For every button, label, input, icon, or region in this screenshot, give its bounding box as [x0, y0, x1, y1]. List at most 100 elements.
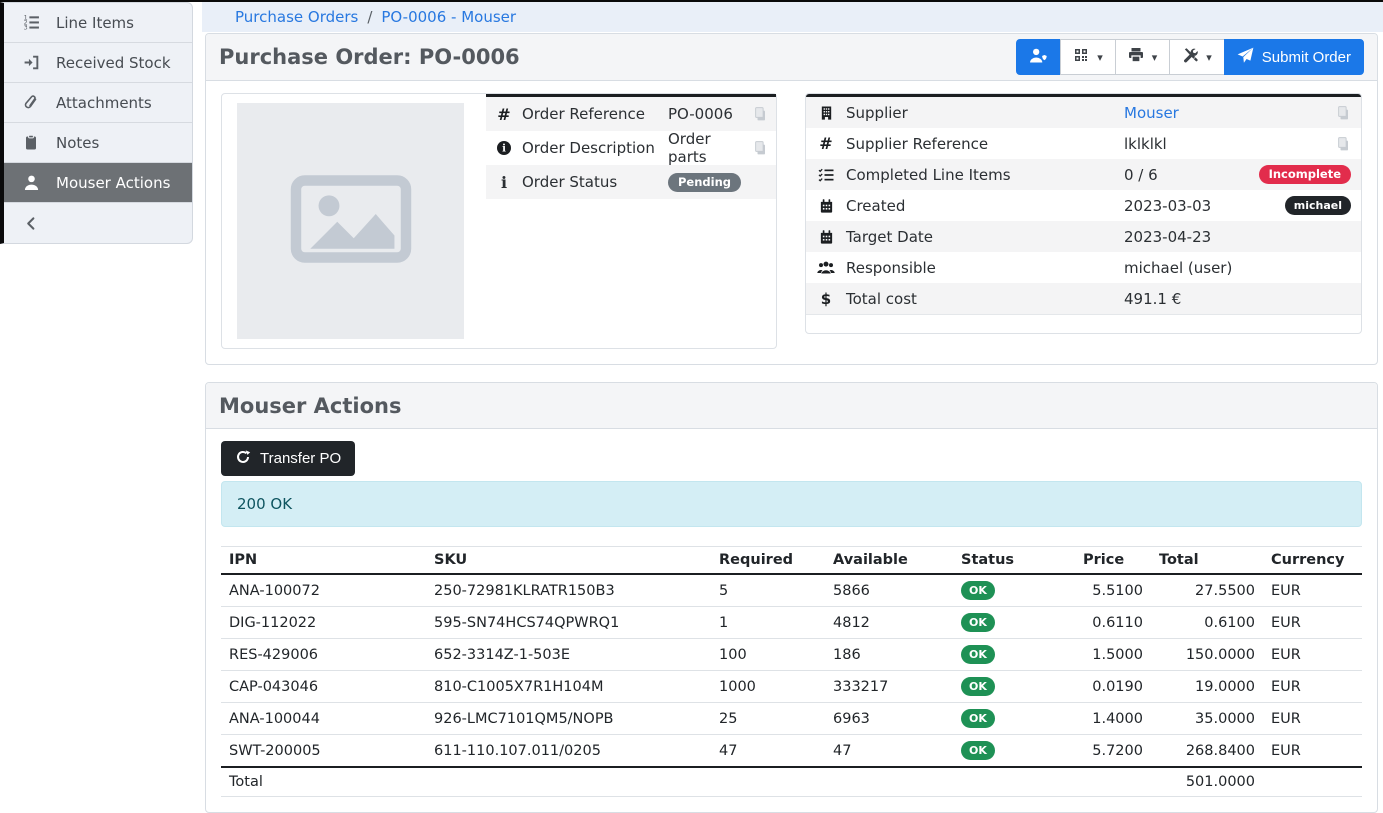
detail-value: michael (user) — [1124, 259, 1351, 277]
purchase-order-panel-header: Purchase Order: PO-0006 ▾ — [206, 34, 1377, 81]
info-icon: i — [486, 173, 522, 192]
cell-required: 5 — [711, 574, 825, 607]
detail-label: Order Description — [522, 139, 668, 157]
cell-required: 100 — [711, 639, 825, 671]
col-header-price: Price — [1075, 547, 1151, 575]
chevron-down-icon: ▾ — [1097, 51, 1103, 64]
status-badge: Pending — [668, 173, 741, 193]
print-dropdown-button[interactable]: ▾ — [1115, 39, 1171, 75]
supplier-details-card: Supplier Mouser # Supplier Reference lkl… — [805, 93, 1362, 334]
purchase-order-panel: Purchase Order: PO-0006 ▾ — [205, 33, 1378, 365]
cell-sku: 652-3314Z-1-503E — [426, 639, 711, 671]
cell-required: 25 — [711, 703, 825, 735]
table-row: SWT-200005 611-110.107.011/0205 47 47 OK… — [221, 735, 1362, 768]
cell-status: OK — [953, 639, 1075, 671]
copy-icon[interactable] — [744, 140, 776, 156]
purchase-order-panel-body: # Order Reference PO-0006 i Order Descr — [206, 81, 1377, 364]
sidebar-item-attachments[interactable]: Attachments — [4, 83, 192, 123]
supplier-link[interactable]: Mouser — [1124, 104, 1319, 122]
detail-value: 491.1 € — [1124, 290, 1351, 308]
cell-ipn: DIG-112022 — [221, 607, 426, 639]
order-image-placeholder — [237, 103, 464, 339]
cell-ipn: CAP-043046 — [221, 671, 426, 703]
target-date-row: Target Date 2023-04-23 — [806, 221, 1361, 252]
ok-badge: OK — [961, 677, 995, 696]
hash-icon: # — [486, 105, 522, 124]
submit-order-button[interactable]: Submit Order — [1224, 39, 1364, 75]
cell-sku: 595-SN74HCS74QPWRQ1 — [426, 607, 711, 639]
responsible-row: Responsible michael (user) — [806, 252, 1361, 283]
copy-icon[interactable] — [1319, 105, 1351, 121]
refresh-icon — [235, 449, 251, 469]
cell-price: 1.5000 — [1075, 639, 1151, 671]
mouser-actions-title: Mouser Actions — [219, 394, 402, 418]
svg-text:i: i — [502, 144, 506, 155]
supplier-reference-row: # Supplier Reference lklklkl — [806, 128, 1361, 159]
transfer-po-button[interactable]: Transfer PO — [221, 441, 355, 476]
cell-status: OK — [953, 574, 1075, 607]
order-status-value: Pending — [668, 172, 744, 193]
breadcrumb-purchase-orders[interactable]: Purchase Orders — [235, 8, 358, 26]
copy-icon[interactable] — [744, 106, 776, 122]
sidebar-item-received-stock[interactable]: Received Stock — [4, 43, 192, 83]
cell-available: 6963 — [825, 703, 953, 735]
col-header-status: Status — [953, 547, 1075, 575]
response-alert: 200 OK — [221, 481, 1362, 527]
chevron-down-icon: ▾ — [1206, 51, 1212, 64]
sidebar-item-notes[interactable]: Notes — [4, 123, 192, 163]
user-badge: michael — [1285, 196, 1351, 215]
image-placeholder-icon — [285, 153, 417, 289]
mouser-actions-panel-body: Transfer PO 200 OK IPN SKU Required Avai… — [206, 429, 1377, 812]
cell-required: 1 — [711, 607, 825, 639]
order-actions-dropdown-button[interactable]: ▾ — [1169, 39, 1225, 75]
cell-currency: EUR — [1263, 607, 1362, 639]
cell-sku: 250-72981KLRATR150B3 — [426, 574, 711, 607]
transfer-po-label: Transfer PO — [260, 450, 341, 467]
cell-available: 5866 — [825, 574, 953, 607]
cell-sku: 611-110.107.011/0205 — [426, 735, 711, 768]
cell-price: 5.7200 — [1075, 735, 1151, 768]
copy-icon[interactable] — [1319, 136, 1351, 152]
table-header-row: IPN SKU Required Available Status Price … — [221, 547, 1362, 575]
qrcode-icon — [1073, 47, 1089, 67]
detail-label: Total cost — [846, 290, 1124, 308]
col-header-total: Total — [1151, 547, 1263, 575]
user-icon — [18, 174, 44, 191]
cell-available: 4812 — [825, 607, 953, 639]
cell-price: 0.6110 — [1075, 607, 1151, 639]
sidebar-collapse-button[interactable] — [4, 203, 192, 243]
page-title: Purchase Order: PO-0006 — [219, 45, 520, 69]
detail-value: Order parts — [668, 130, 744, 166]
order-details-table: # Order Reference PO-0006 i Order Descr — [486, 94, 776, 199]
main-content: Purchase Orders / PO-0006 - Mouser Purch… — [202, 2, 1383, 813]
sidebar-item-mouser-actions[interactable]: Mouser Actions — [4, 163, 192, 203]
table-row: DIG-112022 595-SN74HCS74QPWRQ1 1 4812 OK… — [221, 607, 1362, 639]
breadcrumb-separator: / — [367, 8, 372, 26]
cell-currency: EUR — [1263, 703, 1362, 735]
table-row: ANA-100044 926-LMC7101QM5/NOPB 25 6963 O… — [221, 703, 1362, 735]
paper-plane-icon — [1237, 47, 1254, 68]
cell-required: 1000 — [711, 671, 825, 703]
printer-icon — [1128, 47, 1144, 67]
admin-button[interactable] — [1016, 39, 1061, 75]
cell-ipn: SWT-200005 — [221, 735, 426, 768]
users-icon — [806, 260, 846, 275]
order-status-row: i Order Status Pending — [486, 165, 776, 199]
svg-text:3: 3 — [23, 24, 27, 31]
mouser-actions-panel: Mouser Actions Transfer PO 200 OK IPN SK — [205, 382, 1378, 813]
sidebar-item-label: Line Items — [56, 14, 134, 32]
col-header-currency: Currency — [1263, 547, 1362, 575]
cell-price: 0.0190 — [1075, 671, 1151, 703]
cell-status: OK — [953, 671, 1075, 703]
detail-value: 2023-04-23 — [1124, 228, 1351, 246]
sidebar-item-line-items[interactable]: 123 Line Items — [4, 3, 192, 43]
sign-in-icon — [18, 54, 44, 71]
cell-currency: EUR — [1263, 574, 1362, 607]
breadcrumb-current-order[interactable]: PO-0006 - Mouser — [381, 8, 516, 26]
paperclip-icon — [18, 94, 44, 111]
dollar-icon: $ — [806, 290, 846, 308]
tools-icon — [1182, 47, 1198, 67]
detail-value: PO-0006 — [668, 105, 744, 123]
barcode-dropdown-button[interactable]: ▾ — [1060, 39, 1116, 75]
ok-badge: OK — [961, 709, 995, 728]
